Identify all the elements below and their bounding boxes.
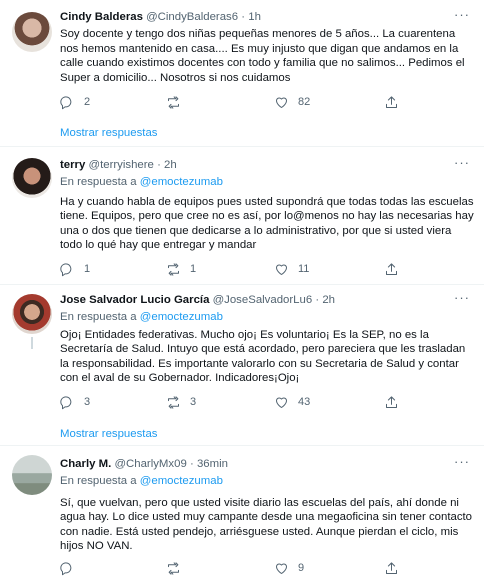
reply-icon xyxy=(60,396,72,410)
tweet-text: Soy docente y tengo dos niñas pequeñas m… xyxy=(60,28,465,84)
reply-context: En respuesta a @emoctezumab xyxy=(60,474,474,489)
reply-count: 2 xyxy=(84,96,91,109)
retweet-icon xyxy=(168,96,179,109)
avatar[interactable] xyxy=(12,294,52,334)
reply-icon xyxy=(60,96,72,110)
like-count: 11 xyxy=(298,263,310,276)
share-icon xyxy=(386,396,397,408)
more-options-icon[interactable]: ··· xyxy=(454,155,470,171)
separator-dot: · xyxy=(157,159,161,171)
reply-context: En respuesta a @emoctezumab xyxy=(60,175,474,190)
retweet-count: 3 xyxy=(190,396,197,409)
reply-button[interactable] xyxy=(60,561,84,576)
user-handle[interactable]: @CindyBalderas6 xyxy=(146,11,238,23)
like-count: 43 xyxy=(298,396,311,409)
user-handle[interactable]: @terryishere xyxy=(89,159,154,171)
retweet-count: 1 xyxy=(190,263,197,276)
retweet-button[interactable]: 1 xyxy=(166,262,196,277)
separator-dot: · xyxy=(189,458,194,470)
retweet-button[interactable] xyxy=(166,561,190,576)
tweet[interactable]: Cindy Balderas @CindyBalderas6 · 1h Soy … xyxy=(0,0,484,145)
tweet[interactable]: terry @terryishere · 2h En respuesta a @… xyxy=(0,147,484,284)
retweet-button[interactable]: 3 xyxy=(166,395,196,410)
timestamp[interactable]: 36min xyxy=(197,458,228,470)
user-handle[interactable]: @CharlyMx09 xyxy=(114,458,186,470)
reply-icon xyxy=(60,263,72,277)
reply-icon xyxy=(60,562,72,576)
tweet-text: Ha y cuando habla de equipos pues usted … xyxy=(60,195,474,252)
share-icon xyxy=(386,96,397,108)
like-button[interactable]: 43 xyxy=(274,395,310,410)
avatar[interactable] xyxy=(12,12,52,52)
reply-count: 1 xyxy=(84,263,91,276)
avatar[interactable] xyxy=(12,455,52,495)
reply-to-user-link[interactable]: @emoctezumab xyxy=(140,311,223,323)
avatar[interactable] xyxy=(12,158,52,198)
show-replies-link[interactable]: Mostrar respuestas xyxy=(60,427,158,442)
reply-to-prefix: En respuesta a xyxy=(60,311,137,323)
share-button[interactable] xyxy=(384,95,399,110)
heart-icon xyxy=(276,97,287,108)
like-button[interactable]: 82 xyxy=(274,95,310,110)
timestamp[interactable]: 2h xyxy=(322,294,335,306)
retweet-button[interactable] xyxy=(166,95,190,110)
reply-button[interactable]: 3 xyxy=(60,395,90,410)
separator-dot: · xyxy=(315,294,320,306)
heart-icon xyxy=(276,563,287,574)
more-options-icon[interactable]: ··· xyxy=(454,454,470,470)
like-button[interactable]: 11 xyxy=(274,262,309,277)
like-count: 82 xyxy=(298,96,311,109)
retweet-icon xyxy=(168,562,179,575)
display-name[interactable]: Cindy Balderas xyxy=(60,11,143,23)
show-replies-link[interactable]: Mostrar respuestas xyxy=(60,126,158,141)
display-name[interactable]: Jose Salvador Lucio García xyxy=(60,294,209,306)
display-name[interactable]: terry xyxy=(60,159,85,171)
like-button[interactable]: 9 xyxy=(274,561,304,576)
share-icon xyxy=(386,263,397,275)
share-button[interactable] xyxy=(384,561,399,576)
reply-context: En respuesta a @emoctezumab xyxy=(60,310,474,325)
display-name[interactable]: Charly M. xyxy=(60,458,111,470)
share-button[interactable] xyxy=(384,395,399,410)
tweet-text: Ojo¡ Entidades federativas. Mucho ojo¡ E… xyxy=(60,328,466,385)
like-count: 9 xyxy=(298,562,305,575)
heart-icon xyxy=(276,264,287,275)
reply-to-prefix: En respuesta a xyxy=(60,176,137,188)
tweet[interactable]: Jose Salvador Lucio García @JoseSalvador… xyxy=(0,285,484,445)
reply-count: 3 xyxy=(84,396,91,409)
more-options-icon[interactable]: ··· xyxy=(454,7,470,23)
thread-line xyxy=(31,337,33,349)
reply-to-prefix: En respuesta a xyxy=(60,475,137,487)
heart-icon xyxy=(276,397,287,408)
reply-button[interactable]: 2 xyxy=(60,95,90,110)
more-options-icon[interactable]: ··· xyxy=(454,290,470,306)
retweet-icon xyxy=(168,263,179,276)
reply-button[interactable]: 1 xyxy=(60,262,90,277)
separator-dot: · xyxy=(241,11,246,23)
user-handle[interactable]: @JoseSalvadorLu6 xyxy=(213,294,313,306)
tweet-text: Sí, que vuelvan, pero que usted visite d… xyxy=(60,496,473,553)
share-button[interactable] xyxy=(384,262,399,277)
timestamp[interactable]: 1h xyxy=(248,11,261,23)
retweet-icon xyxy=(168,396,179,409)
tweet[interactable]: Charly M. @CharlyMx09 · 36min En respues… xyxy=(0,446,484,576)
reply-to-user-link[interactable]: @emoctezumab xyxy=(140,176,223,188)
share-icon xyxy=(386,562,397,574)
timestamp[interactable]: 2h xyxy=(164,159,177,171)
reply-to-user-link[interactable]: @emoctezumab xyxy=(140,475,223,487)
